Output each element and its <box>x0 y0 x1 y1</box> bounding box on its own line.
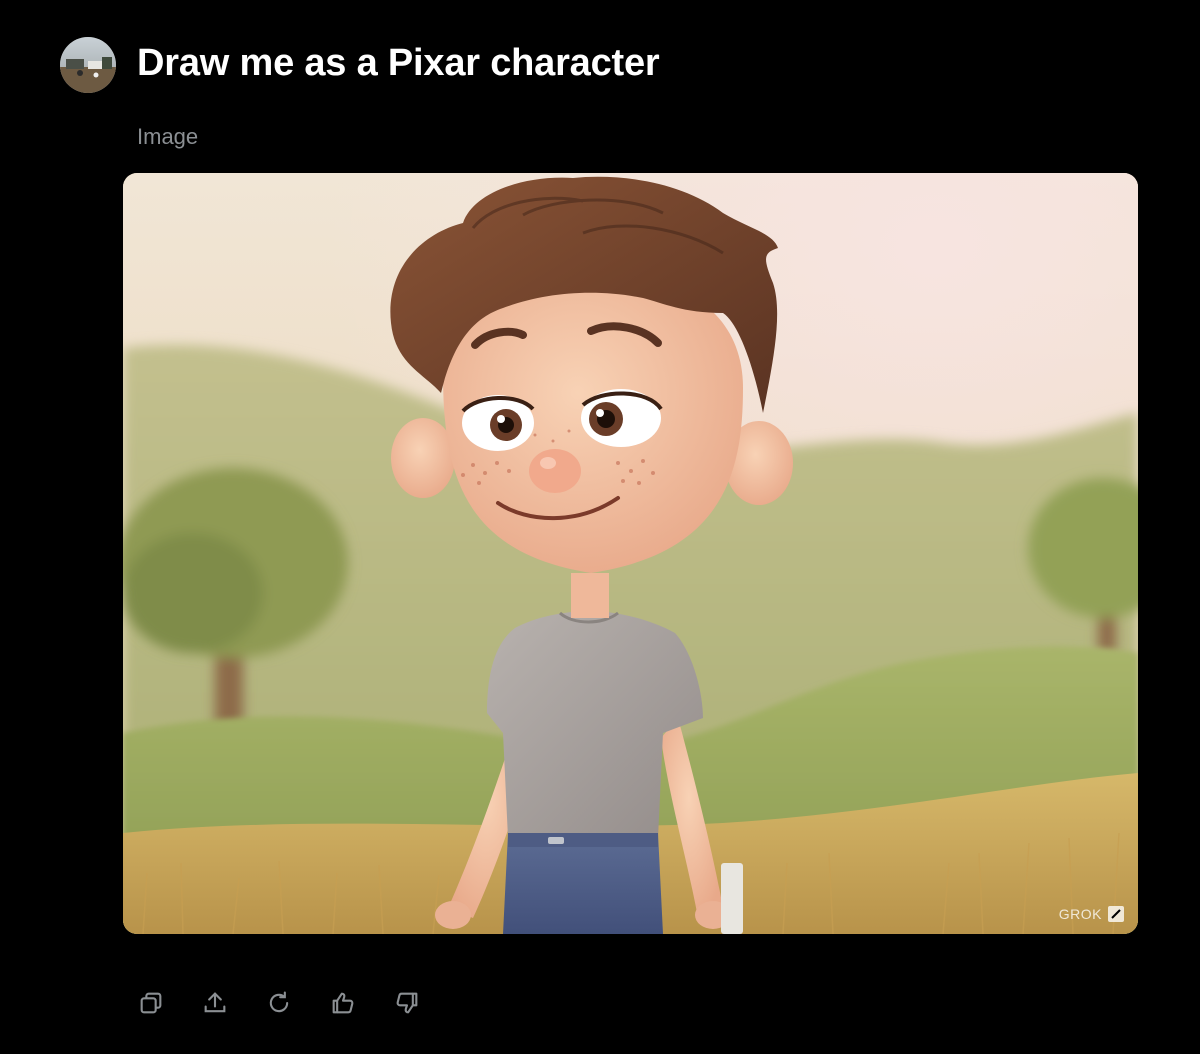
thumbs-down-icon <box>396 992 418 1014</box>
like-button[interactable] <box>328 988 358 1018</box>
prompt-text: Draw me as a Pixar character <box>137 42 660 84</box>
grok-logo-icon <box>1108 906 1124 922</box>
response-type-label: Image <box>137 124 199 149</box>
grok-watermark: GROK <box>1059 906 1124 922</box>
user-avatar[interactable] <box>60 37 116 93</box>
copy-button[interactable] <box>136 988 166 1018</box>
copy-icon <box>140 992 162 1014</box>
regenerate-button[interactable] <box>264 988 294 1018</box>
share-icon <box>204 992 226 1013</box>
share-button[interactable] <box>200 988 230 1018</box>
pixar-character-illustration <box>123 173 1138 934</box>
avatar-photo <box>60 37 116 93</box>
response-action-bar <box>136 988 422 1018</box>
thumbs-up-icon <box>332 992 354 1014</box>
generated-image[interactable]: GROK <box>123 173 1138 934</box>
chat-page: Draw me as a Pixar character Image GROK <box>0 0 1200 1054</box>
refresh-icon <box>269 991 289 1013</box>
dislike-button[interactable] <box>392 988 422 1018</box>
watermark-text: GROK <box>1058 906 1102 922</box>
